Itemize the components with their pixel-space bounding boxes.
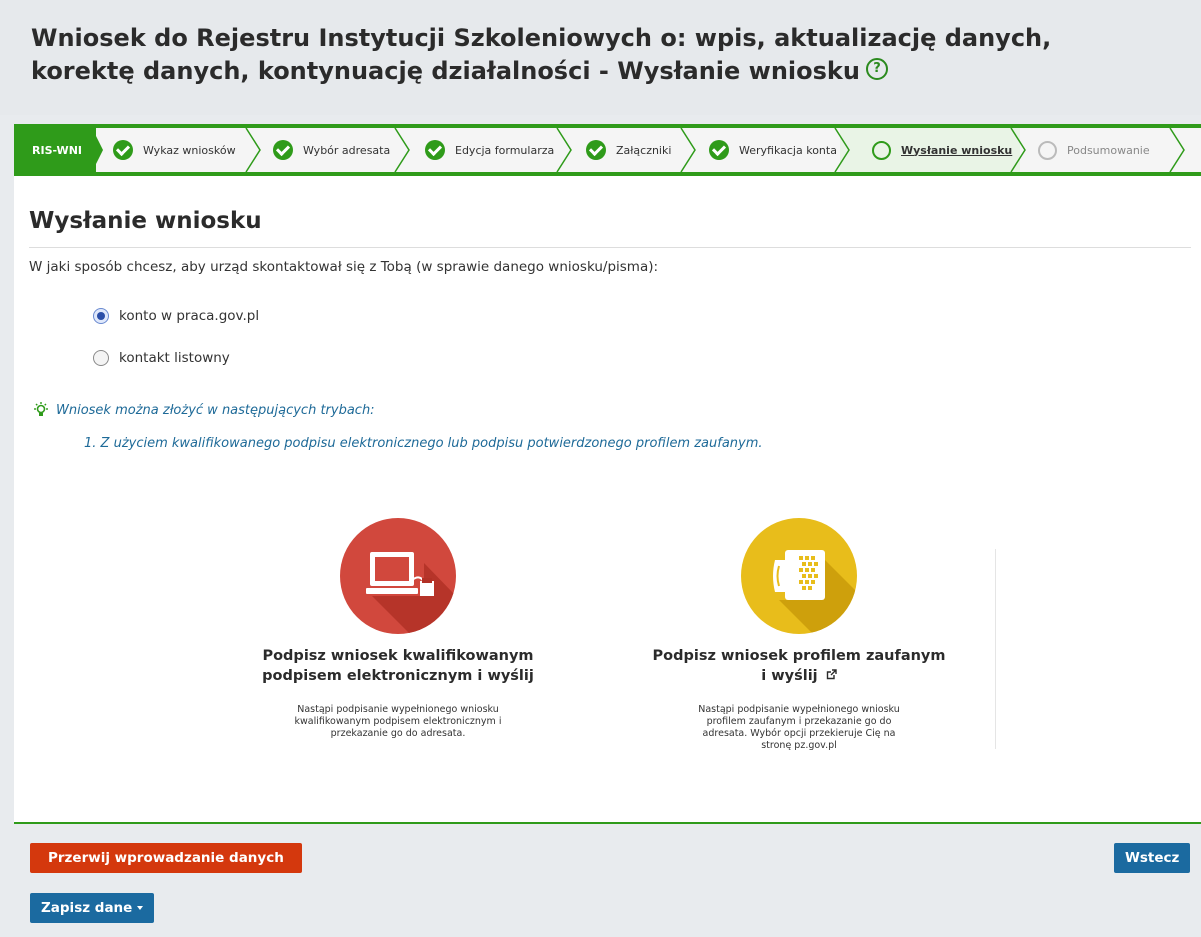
- hint: Wniosek można złożyć w następujących try…: [34, 402, 375, 418]
- option-title: Podpisz wniosek profilem zaufanym i wyśl…: [652, 648, 946, 684]
- page-title: Wniosek do Rejestru Instytucji Szkolenio…: [31, 24, 1052, 85]
- step-podsumowanie[interactable]: Podsumowanie: [1038, 128, 1150, 172]
- chevron-right-icon: [81, 128, 103, 172]
- step-weryfikacja-konta[interactable]: Weryfikacja konta: [709, 128, 837, 172]
- step-wybor-adresata[interactable]: Wybór adresata: [273, 128, 390, 172]
- cancel-entry-button[interactable]: Przerwij wprowadzanie danych: [30, 843, 302, 873]
- radio-kontakt-listowny[interactable]: kontakt listowny: [93, 350, 230, 366]
- radio-button[interactable]: [93, 308, 109, 324]
- help-icon[interactable]: ?: [865, 58, 888, 80]
- chevron-right-icon: [245, 128, 261, 172]
- chevron-right-icon: [834, 128, 850, 172]
- chevron-right-icon: [680, 128, 696, 172]
- check-icon: [709, 140, 729, 160]
- check-icon: [113, 140, 133, 160]
- check-icon: [586, 140, 606, 160]
- step-edycja-formularza[interactable]: Edycja formularza: [425, 128, 554, 172]
- step-wyslanie-wniosku[interactable]: Wysłanie wniosku: [872, 128, 1012, 172]
- contact-question: W jaki sposób chcesz, aby urząd skontakt…: [29, 259, 659, 275]
- section-heading: Wysłanie wniosku: [29, 208, 262, 234]
- hint-item: 1. Z użyciem kwalifikowanego podpisu ele…: [84, 436, 763, 451]
- option-description: Nastąpi podpisanie wypełnionego wniosku …: [698, 704, 900, 751]
- option-title: Podpisz wniosek kwalifikowanym podpisem …: [262, 648, 534, 684]
- check-icon: [273, 140, 293, 160]
- computer-card-reader-icon: [340, 518, 456, 634]
- form-card: RIS-WNI Wykaz wniosków Wybór adresata Ed…: [14, 124, 1201, 824]
- chevron-right-icon: [1169, 128, 1185, 172]
- trusted-profile-icon: [741, 518, 857, 634]
- step-wykaz-wnioskow[interactable]: Wykaz wniosków: [113, 128, 236, 172]
- save-data-dropdown-button[interactable]: Zapisz dane: [30, 893, 155, 923]
- radio-konto-praca[interactable]: konto w praca.gov.pl: [93, 308, 259, 324]
- chevron-right-icon: [1010, 128, 1026, 172]
- check-icon: [425, 140, 445, 160]
- wizard-steps: RIS-WNI Wykaz wniosków Wybór adresata Ed…: [14, 124, 1201, 176]
- divider: [14, 822, 1201, 824]
- radio-button[interactable]: [93, 350, 109, 366]
- caret-down-icon: [137, 906, 144, 910]
- sign-qualified-option[interactable]: Podpisz wniosek kwalifikowanym podpisem …: [248, 518, 548, 740]
- chevron-right-icon: [556, 128, 572, 172]
- page-header: Wniosek do Rejestru Instytucji Szkolenio…: [0, 0, 1201, 115]
- external-link-icon: [826, 669, 837, 680]
- back-button[interactable]: Wstecz: [1114, 843, 1191, 873]
- option-description: Nastąpi podpisanie wypełnionego wniosku …: [294, 704, 502, 739]
- circle-icon: [1038, 140, 1057, 160]
- divider: [29, 247, 1191, 248]
- circle-icon: [872, 140, 891, 160]
- step-zalaczniki[interactable]: Załączniki: [586, 128, 671, 172]
- chevron-right-icon: [394, 128, 410, 172]
- divider: [995, 549, 996, 749]
- sign-trusted-profile-option[interactable]: Podpisz wniosek profilem zaufanym i wyśl…: [649, 518, 949, 752]
- lightbulb-icon: [34, 402, 48, 416]
